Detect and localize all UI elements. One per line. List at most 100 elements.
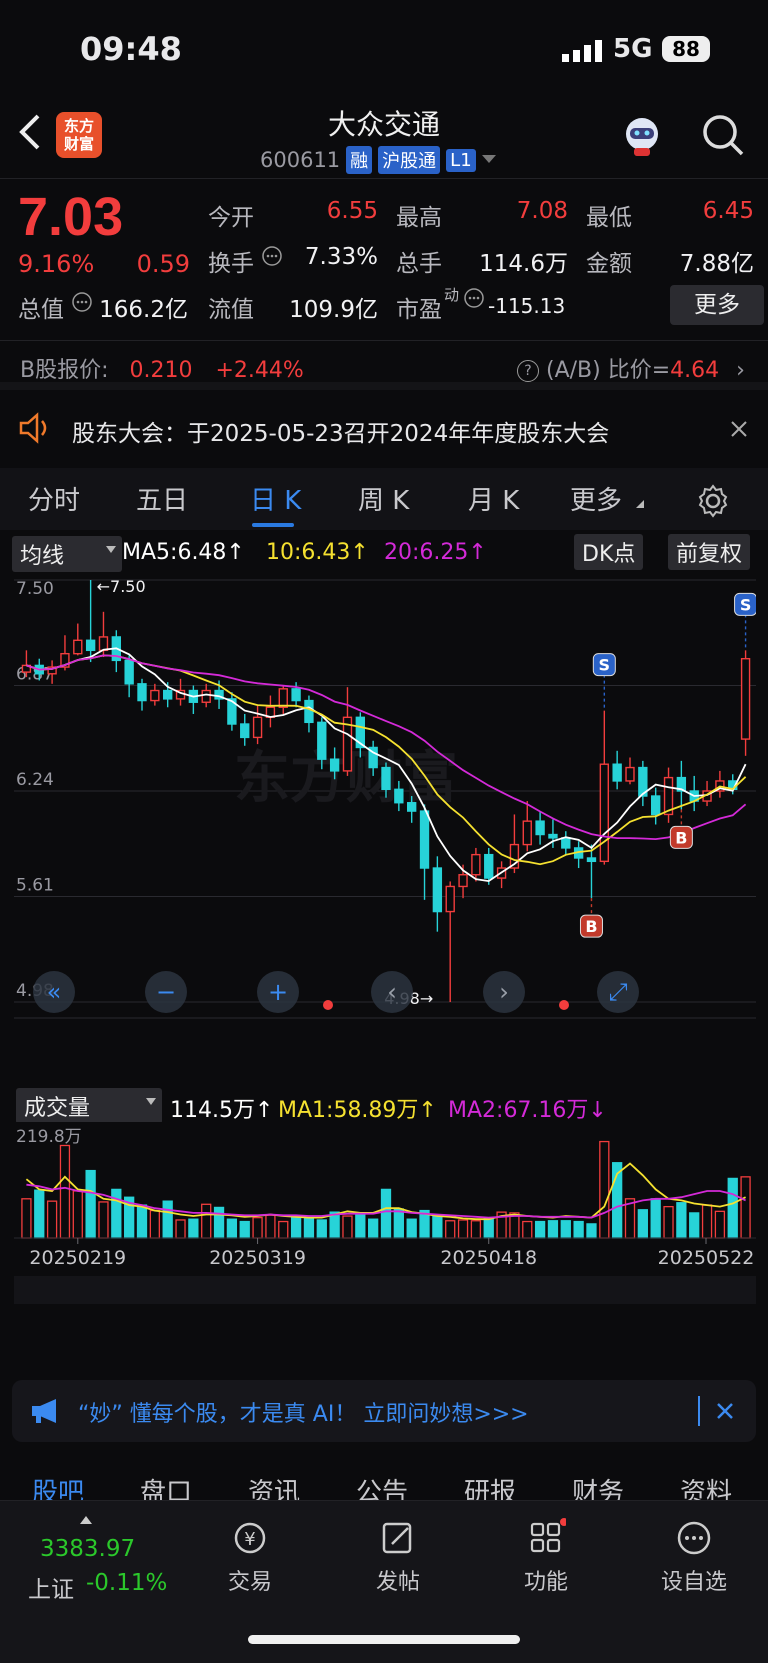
notice-text: 股东大会：于2025-05-23召开2024年年度股东大会	[72, 421, 610, 447]
volume-bar	[59, 1144, 71, 1239]
volume-bar	[406, 1218, 417, 1239]
volume-bar	[98, 1201, 109, 1239]
tab-intraday[interactable]: 分时	[28, 480, 80, 517]
ai-banner[interactable]: “妙” 懂每个股，才是真 AI！ 立即问妙想>>>	[12, 1380, 756, 1442]
volume-bar	[34, 1189, 45, 1239]
vol-ma1-value: MA1:58.89万↑	[278, 1098, 437, 1123]
volume-bar	[21, 1198, 32, 1239]
notice-banner[interactable]: 股东大会：于2025-05-23召开2024年年度股东大会	[0, 400, 768, 462]
tab-five-day[interactable]: 五日	[136, 480, 188, 517]
add-watchlist-button[interactable]: 设自选	[654, 1518, 734, 1596]
adjust-button[interactable]: 前复权	[668, 534, 751, 570]
tab-daily-k[interactable]: 日 K	[250, 480, 301, 517]
volume-bar	[560, 1220, 571, 1239]
volume-value: 114.6万	[479, 251, 568, 277]
svg-text:¥: ¥	[244, 1529, 255, 1550]
volume-bar	[701, 1204, 713, 1239]
volume-selector[interactable]: 成交量	[16, 1088, 162, 1124]
candle-body	[432, 867, 443, 913]
volume-bar	[445, 1220, 456, 1239]
info-dots-icon[interactable]	[72, 292, 92, 312]
candle-body	[304, 699, 314, 724]
ma-legend-row: 均线 MA5:6.48↑ 10:6.43↑ 20:6.25↑ DK点 前复权	[0, 534, 768, 572]
candle-body	[240, 723, 250, 739]
tab-monthly-k[interactable]: 月 K	[468, 480, 519, 517]
candle-body	[85, 639, 96, 652]
next-icon: ›	[499, 978, 509, 1006]
indicator-selector[interactable]: 均线	[12, 536, 122, 572]
trade-button[interactable]: ¥ 交易	[210, 1518, 290, 1596]
tab-more[interactable]: 更多	[570, 480, 622, 517]
post-button[interactable]: 发帖	[358, 1518, 438, 1596]
chart-background	[14, 1122, 756, 1368]
level-tag: L1	[446, 148, 476, 172]
volume-bar	[483, 1216, 494, 1239]
close-icon[interactable]	[730, 420, 748, 438]
stock-subline: 600611 融 沪股通 L1	[260, 146, 496, 174]
settings-gear-icon[interactable]	[696, 484, 730, 518]
kline-chart[interactable]: 7.506.876.245.614.98东方财富←7.504.98→SSBB«−…	[14, 572, 756, 1082]
b-share-price: 0.210	[129, 358, 193, 383]
open-value: 6.55	[326, 198, 378, 224]
volume-bar	[663, 1205, 674, 1239]
ai-robot-icon[interactable]	[620, 114, 664, 158]
volume-bar	[599, 1140, 610, 1239]
volume-bar	[534, 1220, 546, 1239]
connect-tag: 沪股通	[378, 146, 441, 174]
change-amount: 0.59	[136, 250, 190, 278]
dk-point-button[interactable]: DK点	[574, 534, 644, 570]
battery-icon: 88	[662, 36, 710, 62]
status-bar: 09:48 5G 88	[0, 0, 768, 100]
volume-bar	[689, 1212, 700, 1239]
turnover-value: 7.33%	[304, 244, 378, 270]
more-button[interactable]: 更多	[670, 285, 764, 325]
scroll-left-icon: «	[47, 978, 62, 1006]
volume-bar	[111, 1188, 122, 1239]
active-tab-indicator	[252, 523, 294, 527]
tab-weekly-k[interactable]: 周 K	[358, 480, 409, 517]
x-tick-label: 20250219	[29, 1247, 126, 1269]
candle-body	[599, 763, 609, 863]
ab-ratio-label: (A/B) 比价=	[546, 358, 671, 383]
buy-marker-label: B	[675, 828, 687, 847]
volume-bar	[136, 1204, 148, 1239]
functions-label: 功能	[523, 1570, 568, 1595]
candle-body	[73, 639, 83, 655]
buy-marker-label: B	[585, 917, 597, 936]
y-tick-label: 7.50	[16, 579, 54, 599]
ab-ratio-value: 4.64	[670, 358, 720, 383]
dropdown-icon[interactable]	[481, 155, 496, 165]
volume-bar	[201, 1203, 212, 1239]
candle-body	[201, 689, 211, 703]
volume-bar	[278, 1220, 289, 1239]
trade-label: 交易	[227, 1570, 272, 1595]
volume-bar	[213, 1206, 225, 1239]
volume-chart[interactable]: 219.8万 20250219 20250319 20250418 20250522	[14, 1122, 756, 1368]
volume-bar	[637, 1209, 648, 1239]
red-dot-indicator	[559, 1000, 569, 1010]
index-ticker[interactable]: 3383.97 上证 -0.11%	[24, 1512, 184, 1612]
volume-legend-row: 成交量 114.5万↑ MA1:58.89万↑ MA2:67.16万↓	[0, 1088, 768, 1124]
volume-bar	[457, 1219, 469, 1239]
index-value: 3383.97	[40, 1536, 136, 1562]
signal-icon	[562, 40, 602, 62]
functions-button[interactable]: 功能	[506, 1518, 586, 1596]
volume-bar	[303, 1217, 315, 1239]
info-dots-icon[interactable]	[262, 246, 282, 266]
add-watchlist-label: 设自选	[660, 1570, 727, 1595]
chart-period-tabs: 分时 五日 日 K 周 K 月 K 更多	[0, 468, 768, 530]
candle-body	[484, 853, 494, 879]
close-icon[interactable]	[716, 1402, 734, 1420]
volume-bar	[342, 1215, 353, 1239]
b-share-label: B股报价:	[20, 358, 109, 383]
divider	[698, 1396, 700, 1426]
b-share-row[interactable]: B股报价: 0.210 +2.44% ? (A/B) 比价=4.64 ›	[20, 352, 750, 384]
y-tick-label: 5.61	[16, 876, 54, 896]
search-icon[interactable]	[700, 112, 746, 158]
help-icon[interactable]: ?	[517, 360, 539, 382]
market-cap-label: 总值	[18, 297, 64, 323]
volume-bar	[188, 1218, 199, 1239]
candle-body	[137, 683, 147, 702]
ab-ratio: ? (A/B) 比价=4.64 ›	[517, 352, 745, 384]
info-dots-icon[interactable]	[464, 288, 484, 308]
